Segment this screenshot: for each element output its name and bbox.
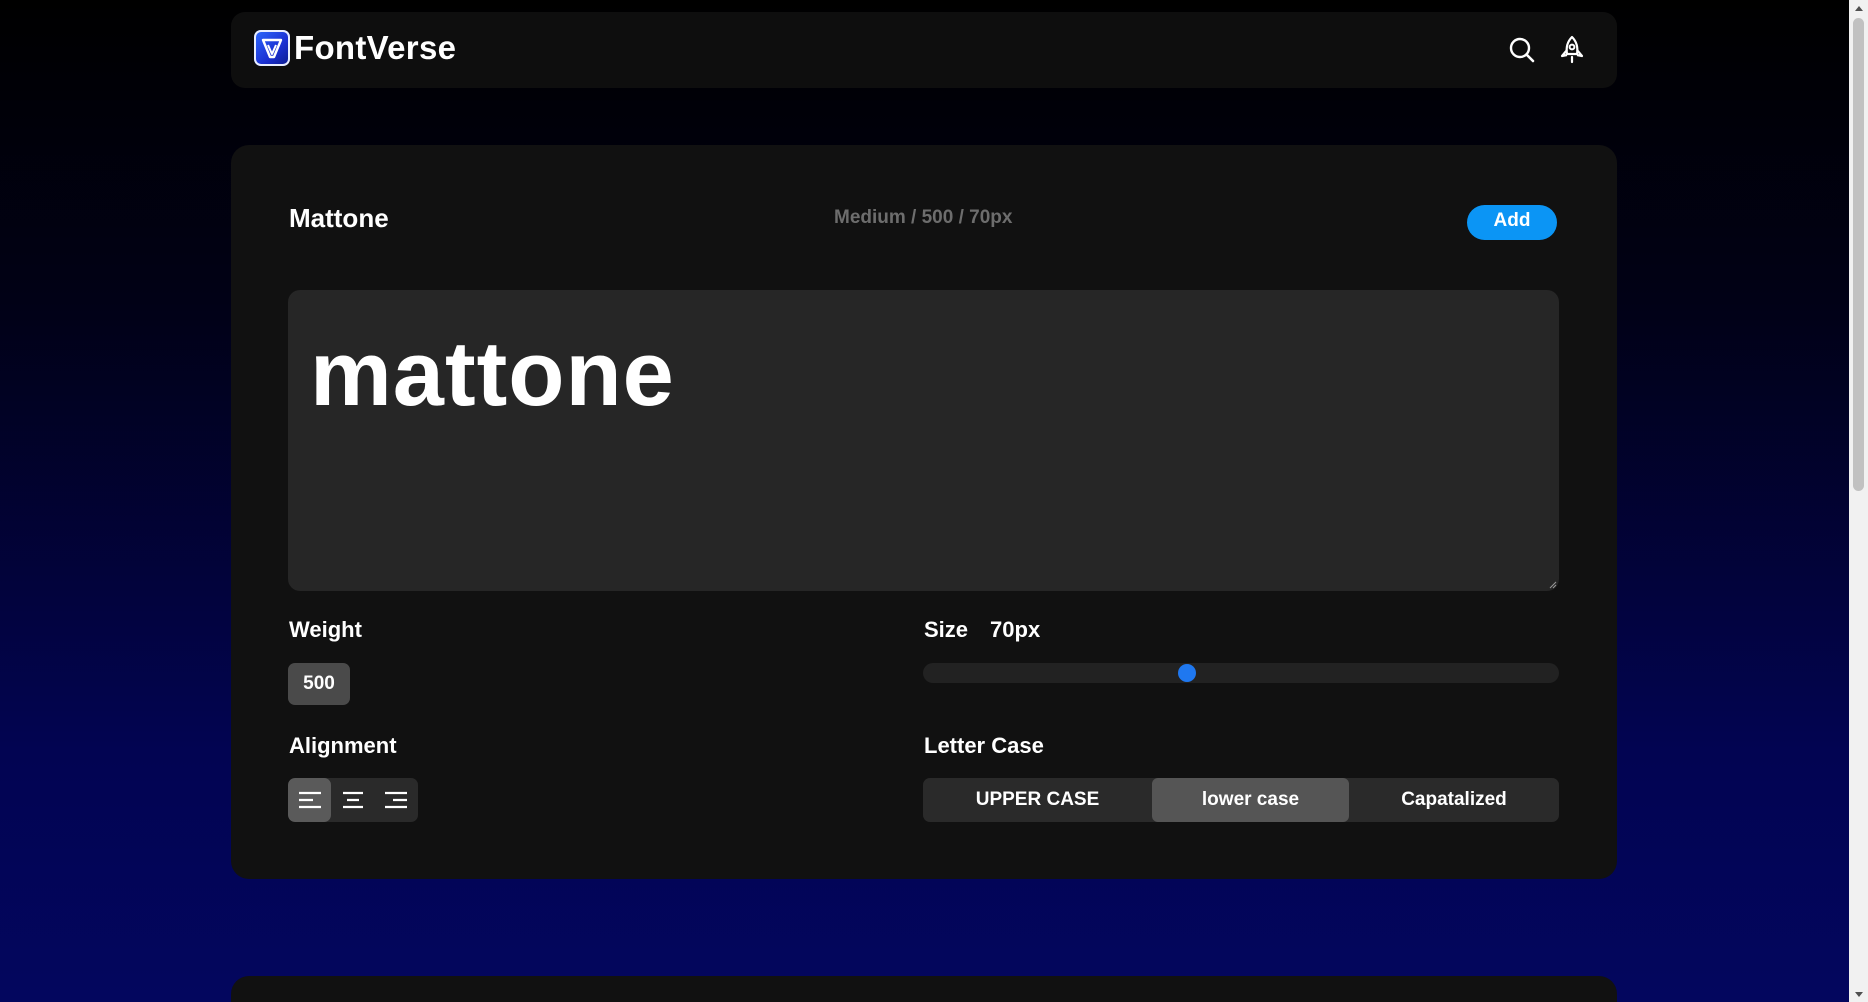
search-icon[interactable] xyxy=(1507,32,1537,68)
font-card: Mattone Medium / 500 / 70px Add mattone … xyxy=(231,145,1617,879)
alignment-label: Alignment xyxy=(289,733,397,758)
letter-case-label: Letter Case xyxy=(924,733,1044,758)
brand-logo[interactable]: FontVerse xyxy=(254,29,456,67)
add-button[interactable]: Add xyxy=(1467,205,1557,240)
next-font-card xyxy=(231,976,1617,1002)
font-meta: Medium / 500 / 70px xyxy=(834,207,1013,228)
header-actions xyxy=(1507,32,1587,68)
scroll-down-arrow-icon[interactable] xyxy=(1849,986,1868,1002)
fontverse-logo-icon xyxy=(254,30,290,66)
weight-chip[interactable]: 500 xyxy=(288,663,350,705)
align-center-icon xyxy=(342,791,363,809)
rocket-icon[interactable] xyxy=(1557,32,1587,68)
align-center-button[interactable] xyxy=(331,778,374,822)
align-right-button[interactable] xyxy=(374,778,417,822)
letter-case-group: UPPER CASE lower case Capatalized xyxy=(923,778,1559,822)
page-scrollbar[interactable] xyxy=(1849,0,1868,1002)
align-left-button[interactable] xyxy=(288,778,331,822)
preview-textarea[interactable]: mattone xyxy=(288,290,1559,591)
size-slider-thumb[interactable] xyxy=(1177,664,1196,682)
page-viewport: FontVerse Mattone Medium / 500 / 70px Ad… xyxy=(0,0,1849,1002)
brand-name: FontVerse xyxy=(294,29,457,66)
case-lower-button[interactable]: lower case xyxy=(1152,778,1349,822)
size-slider[interactable] xyxy=(923,663,1559,683)
font-name: Mattone xyxy=(289,203,389,233)
preview-text: mattone xyxy=(310,323,675,425)
weight-label: Weight xyxy=(289,617,362,642)
resize-grip-icon[interactable] xyxy=(1549,581,1557,589)
top-header: FontVerse xyxy=(231,12,1617,88)
case-capitalized-button[interactable]: Capatalized xyxy=(1349,778,1559,822)
alignment-group xyxy=(288,778,418,822)
align-left-icon xyxy=(298,791,321,809)
size-value: 70px xyxy=(990,617,1041,642)
scrollbar-thumb[interactable] xyxy=(1853,18,1864,491)
case-upper-button[interactable]: UPPER CASE xyxy=(923,778,1152,822)
size-label-row: Size 70px xyxy=(924,617,1040,643)
size-label: Size xyxy=(924,617,969,642)
scroll-up-arrow-icon[interactable] xyxy=(1849,0,1868,16)
align-right-icon xyxy=(384,791,407,809)
